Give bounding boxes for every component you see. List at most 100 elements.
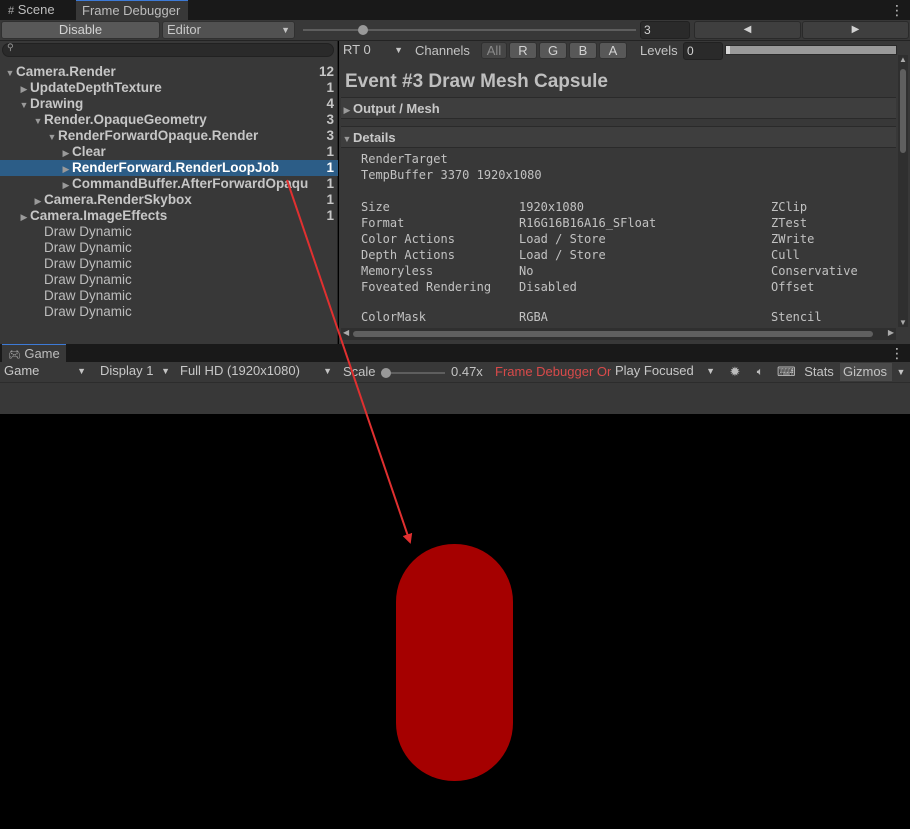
scroll-left-icon[interactable]: ◀	[343, 328, 349, 337]
next-event-button[interactable]: ▶	[802, 21, 909, 39]
tree-row-label: UpdateDepthTexture	[30, 80, 162, 95]
tree-row-label: Draw Dynamic	[44, 224, 132, 239]
detail-label: Color Actions	[361, 232, 455, 246]
details-horizontal-scrollbar[interactable]: ◀ ▶	[341, 328, 896, 340]
output-mesh-section[interactable]: ▶ Output / Mesh	[341, 97, 896, 119]
detail-label: Format	[361, 216, 405, 230]
tree-row[interactable]: ▶ CommandBuffer.AfterForwardOpaqu 1	[0, 176, 338, 192]
triangle-right-icon[interactable]: ▶	[18, 81, 30, 97]
display-dropdown[interactable]: Display 1 ▼	[96, 363, 174, 381]
tree-row-count: 4	[326, 96, 334, 111]
scale-slider-handle[interactable]	[381, 368, 391, 378]
channel-g-button[interactable]: G	[539, 42, 567, 59]
disable-button[interactable]: Disable	[1, 21, 160, 39]
triangle-right-icon[interactable]: ▶	[60, 145, 72, 161]
tree-row[interactable]: Draw Dynamic	[0, 288, 338, 304]
triangle-right-icon[interactable]: ▶	[18, 209, 30, 225]
tree-row-label: Draw Dynamic	[44, 304, 132, 319]
gizmos-button[interactable]: Gizmos	[840, 363, 892, 381]
detail-value: Load / Store	[519, 248, 606, 262]
tree-row-count: 1	[326, 80, 334, 95]
tree-row-label: Render.OpaqueGeometry	[44, 112, 207, 127]
channel-a-button[interactable]: A	[599, 42, 627, 59]
triangle-down-icon[interactable]: ▼	[32, 113, 44, 129]
render-target-value: TempBuffer 3370 1920x1080	[361, 168, 542, 182]
chevron-down-icon: ▼	[77, 366, 86, 376]
triangle-down-icon: ▼	[342, 134, 352, 144]
levels-field[interactable]: 0	[683, 42, 723, 60]
channels-label: Channels	[415, 43, 470, 58]
scroll-right-icon[interactable]: ▶	[888, 328, 894, 337]
tab-game-label: Game	[24, 346, 60, 361]
details-vertical-scrollbar[interactable]: ▲ ▼	[898, 55, 908, 327]
tree-row[interactable]: Draw Dynamic	[0, 256, 338, 272]
tree-row[interactable]: Draw Dynamic	[0, 224, 338, 240]
tab-game[interactable]: 🎮︎ Game	[2, 344, 66, 362]
search-field[interactable]: ⚲	[2, 42, 334, 57]
tree-row[interactable]: ▼ Drawing 4	[0, 96, 338, 112]
tree-row[interactable]: ▶ Camera.ImageEffects 1	[0, 208, 338, 224]
triangle-right-icon[interactable]: ▶	[60, 161, 72, 177]
event-hierarchy-panel: ⚲ ▼ Camera.Render 12 ▶ UpdateDepthTexture 1 ▼ D…	[0, 41, 338, 344]
kebab-menu-icon[interactable]: ⋮	[890, 0, 904, 20]
target-dropdown[interactable]: Editor ▼	[162, 21, 295, 39]
tree-row-count: 1	[326, 144, 334, 159]
levels-range-slider[interactable]	[725, 45, 897, 55]
display-dropdown-value: Display 1	[100, 363, 154, 378]
event-slider-track[interactable]	[303, 29, 636, 31]
tree-row[interactable]: ▶ Clear 1	[0, 144, 338, 160]
chevron-down-icon[interactable]: ▼	[893, 363, 909, 381]
view-dropdown-value: Game	[4, 363, 40, 378]
tree-row[interactable]: ▼ Render.OpaqueGeometry 3	[0, 112, 338, 128]
event-slider-handle[interactable]	[358, 25, 368, 35]
view-dropdown[interactable]: Game ▼	[0, 363, 90, 381]
channel-all-button[interactable]: All	[481, 42, 507, 59]
levels-range-handle[interactable]	[726, 46, 730, 54]
channel-r-button[interactable]: R	[509, 42, 537, 59]
stats-button[interactable]: Stats	[800, 363, 838, 381]
tree-row[interactable]: Draw Dynamic	[0, 304, 338, 320]
frame-debugger-on-label: Frame Debugger On	[495, 364, 615, 379]
chevron-down-icon: ▼	[323, 366, 332, 376]
previous-event-button[interactable]: ◀	[694, 21, 801, 39]
triangle-down-icon[interactable]: ▼	[46, 129, 58, 145]
tree-row[interactable]: Draw Dynamic	[0, 240, 338, 256]
levels-label: Levels	[640, 43, 678, 58]
tab-scene[interactable]: # Scene	[2, 0, 61, 20]
tree-row[interactable]: ▶ RenderForward.RenderLoopJob 1	[0, 160, 338, 176]
resolution-dropdown-value: Full HD (1920x1080)	[180, 363, 300, 378]
triangle-down-icon[interactable]: ▼	[18, 97, 30, 113]
horizontal-scroll-thumb[interactable]	[353, 331, 873, 337]
render-target-dropdown[interactable]: RT 0 ▼	[339, 42, 407, 60]
kebab-menu-icon[interactable]: ⋮	[890, 343, 904, 363]
game-viewport[interactable]	[0, 414, 910, 829]
audio-icon[interactable]: 🔈︎	[752, 363, 768, 381]
tree-row[interactable]: ▶ UpdateDepthTexture 1	[0, 80, 338, 96]
resolution-dropdown[interactable]: Full HD (1920x1080) ▼	[176, 363, 336, 381]
details-section[interactable]: ▼ Details	[341, 126, 896, 148]
bug-icon[interactable]: ✹	[727, 363, 743, 381]
triangle-right-icon: ▶	[851, 24, 860, 35]
triangle-right-icon[interactable]: ▶	[32, 193, 44, 209]
detail-label: Memoryless	[361, 264, 434, 278]
scroll-down-icon[interactable]: ▼	[899, 318, 907, 327]
search-input[interactable]	[17, 44, 327, 56]
grid-icon: #	[8, 5, 15, 17]
tree-row[interactable]: ▼ Camera.Render 12	[0, 64, 338, 80]
tree-row[interactable]: Draw Dynamic	[0, 272, 338, 288]
tree-row[interactable]: ▶ Camera.RenderSkybox 1	[0, 192, 338, 208]
tree-row[interactable]: ▼ RenderForwardOpaque.Render 3	[0, 128, 338, 144]
event-index-field[interactable]: 3	[640, 21, 690, 39]
triangle-left-icon: ◀	[743, 24, 752, 35]
play-focused-dropdown[interactable]: Play Focused ▼	[611, 363, 719, 381]
triangle-down-icon[interactable]: ▼	[4, 65, 16, 81]
scale-slider-track[interactable]	[385, 372, 445, 374]
triangle-right-icon[interactable]: ▶	[60, 177, 72, 193]
vertical-scroll-thumb[interactable]	[900, 69, 906, 153]
chevron-down-icon: ▼	[394, 45, 403, 55]
tree-row-count: 1	[326, 176, 334, 191]
channel-b-button[interactable]: B	[569, 42, 597, 59]
keyboard-icon[interactable]: ⌨	[777, 363, 796, 381]
scroll-up-icon[interactable]: ▲	[899, 55, 907, 64]
tab-frame-debugger[interactable]: Frame Debugger	[76, 0, 188, 20]
